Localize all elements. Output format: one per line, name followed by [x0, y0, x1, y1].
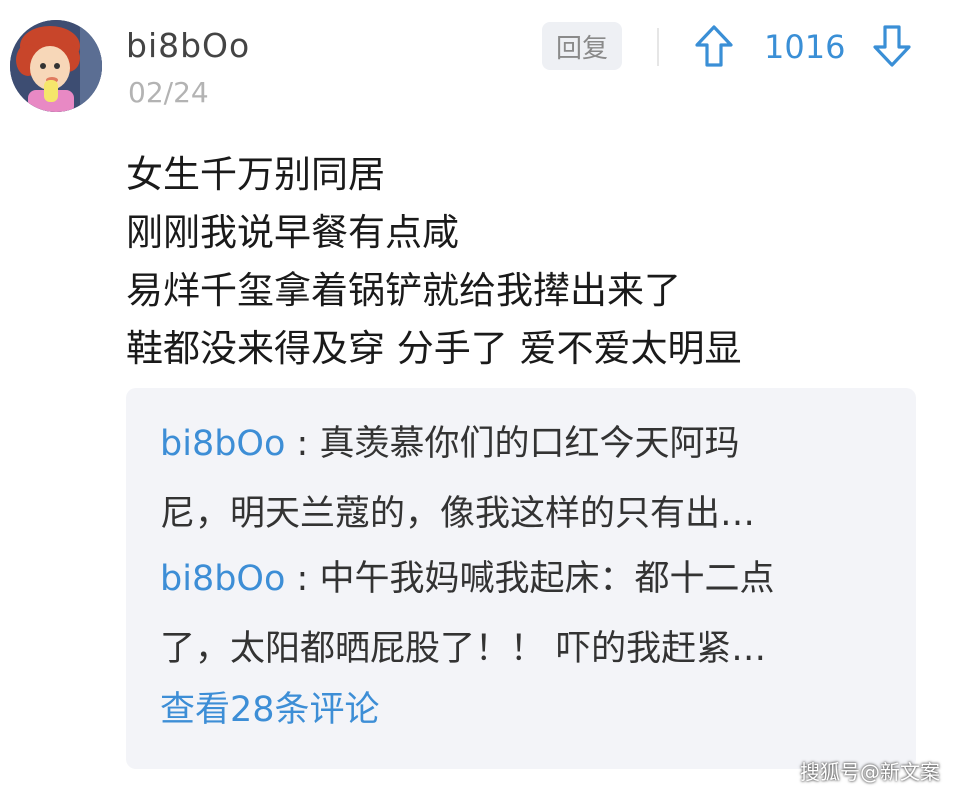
reply-text: 真羡慕你们的口红今天阿玛 — [319, 424, 740, 464]
comment-body-line: 女生千万别同居 — [126, 153, 385, 196]
avatar[interactable] — [10, 20, 102, 112]
reply-separator: : — [285, 424, 320, 464]
comment-body: 女生千万别同居 刚刚我说早餐有点咸 易烊千玺拿着锅铲就给我撵出来了 鞋都没来得及… — [126, 146, 742, 378]
reply-separator: : — [285, 559, 320, 599]
avatar-image — [10, 20, 102, 112]
comment-username[interactable]: bi8bOo — [126, 26, 250, 65]
replies-panel: bi8bOo : 真羡慕你们的口红今天阿玛 尼，明天兰蔻的，像我这样的只有出… … — [126, 388, 916, 769]
reply-author[interactable]: bi8bOo — [160, 559, 285, 599]
comment-body-line: 刚刚我说早餐有点咸 — [126, 211, 459, 254]
reply-text: 中午我妈喊我起床：都十二点 — [319, 559, 775, 599]
watermark: 搜狐号@新文案 — [800, 760, 940, 784]
comment-body-line: 易烊千玺拿着锅铲就给我撵出来了 — [126, 269, 681, 312]
vote-count: 1016 — [764, 28, 846, 66]
view-all-comments-link[interactable]: 查看28条评论 — [160, 680, 380, 740]
reply-item[interactable]: bi8bOo : 中午我妈喊我起床：都十二点 了，太阳都晒屁股了！！ 吓的我赶紧… — [160, 544, 900, 684]
divider — [657, 28, 659, 66]
reply-button[interactable]: 回复 — [542, 22, 622, 70]
reply-text-continued: 了，太阳都晒屁股了！！ 吓的我赶紧… — [160, 629, 767, 669]
downvote-icon[interactable] — [872, 24, 912, 68]
comment-date: 02/24 — [128, 76, 209, 109]
reply-item[interactable]: bi8bOo : 真羡慕你们的口红今天阿玛 尼，明天兰蔻的，像我这样的只有出… — [160, 409, 900, 549]
comment-body-line: 鞋都没来得及穿 分手了 爱不爱太明显 — [126, 327, 742, 370]
upvote-icon[interactable] — [694, 24, 734, 68]
reply-author[interactable]: bi8bOo — [160, 424, 285, 464]
reply-text-continued: 尼，明天兰蔻的，像我这样的只有出… — [160, 494, 756, 534]
